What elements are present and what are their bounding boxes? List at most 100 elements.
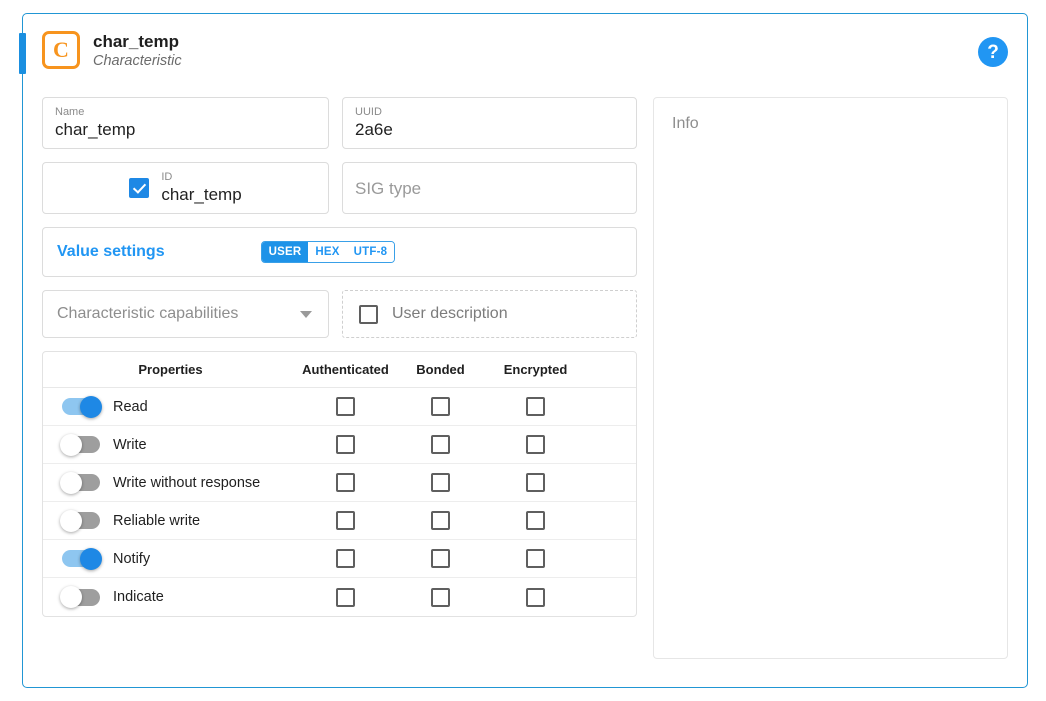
checkbox-indicate-authenticated[interactable]	[336, 587, 355, 607]
property-label: Read	[113, 398, 148, 415]
toggle-thumb	[80, 547, 102, 570]
property-label: Write without response	[113, 474, 261, 491]
encrypted-cell	[488, 473, 583, 492]
characteristic-c-icon: C	[42, 31, 80, 69]
properties-table: Properties Authenticated Bonded Encrypte…	[42, 351, 637, 617]
characteristic-card: C char_temp Characteristic ? Name char_t…	[19, 13, 1028, 688]
bonded-cell	[393, 587, 488, 607]
settings-column: Name char_temp UUID 2a6e ID char_temp SI…	[42, 97, 637, 617]
checkbox-reliable-authenticated[interactable]	[336, 511, 355, 530]
toggle-thumb	[60, 433, 82, 456]
toggle-thumb	[80, 395, 102, 418]
encrypted-cell	[488, 511, 583, 530]
checkbox-reliable-bonded[interactable]	[431, 511, 450, 530]
page-root: C char_temp Characteristic ? Name char_t…	[0, 0, 1046, 701]
segment-utf8[interactable]: UTF-8	[346, 242, 395, 262]
help-icon[interactable]: ?	[978, 37, 1008, 67]
bonded-cell	[393, 473, 488, 492]
authenticated-cell	[298, 549, 393, 568]
table-row: Read	[43, 388, 636, 426]
user-description-checkbox[interactable]	[359, 304, 378, 324]
encrypted-cell	[488, 435, 583, 454]
checkbox-wwr-authenticated[interactable]	[336, 473, 355, 492]
toggle-write-without-response[interactable]	[60, 471, 100, 494]
page-title: char_temp	[93, 31, 179, 51]
checkbox-reliable-encrypted[interactable]	[526, 511, 545, 530]
characteristic-capabilities-dropdown[interactable]: Characteristic capabilities	[42, 290, 329, 338]
toggle-indicate[interactable]	[60, 586, 100, 608]
toggle-read[interactable]	[62, 395, 102, 418]
checkbox-read-bonded[interactable]	[431, 397, 450, 416]
bonded-cell	[393, 511, 488, 530]
header-authenticated: Authenticated	[302, 362, 389, 377]
id-sigtype-row: ID char_temp SIG type	[42, 162, 637, 214]
property-label: Notify	[113, 550, 151, 567]
selection-accent-bar	[19, 33, 26, 74]
property-cell: Write	[43, 433, 298, 456]
uuid-field-label: UUID	[355, 106, 382, 118]
name-field-value: char_temp	[55, 120, 136, 139]
property-cell: Write without response	[43, 471, 298, 494]
checkbox-wwr-bonded[interactable]	[431, 473, 450, 492]
table-row: Write without response	[43, 464, 636, 502]
value-format-segmented-control[interactable]: USER HEX UTF-8	[260, 241, 396, 263]
capabilities-placeholder: Characteristic capabilities	[57, 305, 239, 322]
property-label: Write	[113, 436, 147, 453]
property-cell: Read	[43, 395, 298, 418]
checkbox-read-authenticated[interactable]	[336, 397, 355, 416]
checkbox-notify-encrypted[interactable]	[526, 549, 545, 568]
checkbox-read-encrypted[interactable]	[526, 397, 545, 416]
checkbox-write-authenticated[interactable]	[336, 435, 355, 454]
id-checkbox[interactable]	[129, 178, 150, 198]
checkbox-write-bonded[interactable]	[431, 435, 450, 454]
authenticated-cell	[298, 397, 393, 416]
capabilities-row: Characteristic capabilities User descrip…	[42, 290, 637, 338]
authenticated-cell	[298, 435, 393, 454]
property-label: Indicate	[113, 589, 164, 605]
authenticated-cell	[298, 587, 393, 607]
sig-type-placeholder: SIG type	[355, 178, 422, 198]
page-subtitle: Characteristic	[93, 52, 182, 69]
property-label: Reliable write	[113, 512, 201, 529]
id-field[interactable]: ID char_temp	[42, 162, 329, 214]
header-properties: Properties	[138, 362, 203, 377]
segment-hex[interactable]: HEX	[308, 242, 347, 262]
table-row: Reliable write	[43, 502, 636, 540]
encrypted-cell	[488, 397, 583, 416]
property-cell: Indicate	[43, 586, 298, 608]
header-encrypted: Encrypted	[503, 362, 568, 377]
name-field[interactable]: Name char_temp	[42, 97, 329, 149]
name-uuid-row: Name char_temp UUID 2a6e	[42, 97, 637, 149]
table-row: Indicate	[43, 578, 636, 616]
checkbox-write-encrypted[interactable]	[526, 435, 545, 454]
toggle-thumb	[60, 509, 82, 532]
user-description-label: User description	[392, 305, 508, 322]
card-header: C char_temp Characteristic	[42, 31, 182, 69]
encrypted-cell	[488, 587, 583, 607]
table-row: Write	[43, 426, 636, 464]
value-settings-row: Value settings USER HEX UTF-8	[42, 227, 637, 277]
toggle-write[interactable]	[60, 433, 100, 456]
toggle-notify[interactable]	[62, 547, 102, 570]
authenticated-cell	[298, 473, 393, 492]
checkbox-notify-bonded[interactable]	[431, 549, 450, 568]
info-panel[interactable]: Info	[653, 97, 1008, 659]
user-description-box[interactable]: User description	[342, 290, 637, 338]
characteristic-icon-letter: C	[53, 37, 69, 62]
property-cell: Notify	[43, 547, 298, 570]
uuid-field[interactable]: UUID 2a6e	[342, 97, 637, 149]
id-field-label: ID	[161, 171, 173, 183]
toggle-reliable-write[interactable]	[60, 509, 100, 532]
checkbox-indicate-bonded[interactable]	[431, 587, 450, 607]
id-field-text: ID char_temp	[161, 171, 241, 205]
checkbox-wwr-encrypted[interactable]	[526, 473, 545, 492]
bonded-cell	[393, 549, 488, 568]
encrypted-cell	[488, 549, 583, 568]
id-field-value: char_temp	[161, 185, 242, 204]
segment-user[interactable]: USER	[261, 242, 309, 262]
checkbox-indicate-encrypted[interactable]	[526, 587, 545, 607]
checkbox-notify-authenticated[interactable]	[336, 549, 355, 568]
name-field-label: Name	[55, 106, 85, 118]
sig-type-field[interactable]: SIG type	[342, 162, 637, 214]
value-settings-label: Value settings	[57, 243, 165, 260]
